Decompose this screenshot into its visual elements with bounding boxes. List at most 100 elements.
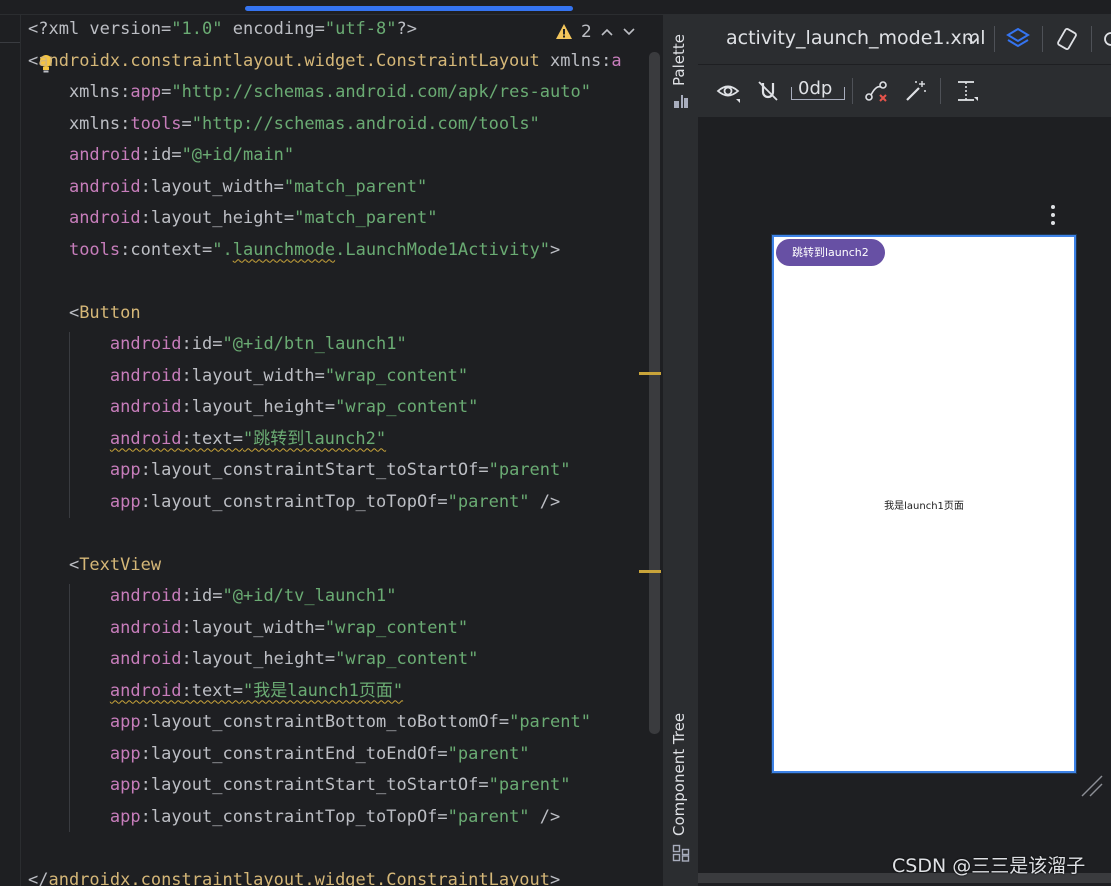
code-token: .LaunchMode1Activity": [335, 239, 551, 260]
code-token: />: [529, 806, 561, 827]
code-line[interactable]: android:layout_height="wrap_content": [28, 644, 478, 676]
code-token: :id=: [181, 586, 223, 606]
code-token: "parent": [509, 712, 591, 732]
code-token: app: [109, 806, 141, 827]
code-token: :layout_constraintStart_toStartOf=: [140, 460, 489, 480]
default-margin-value[interactable]: 0dp: [798, 78, 832, 99]
code-token: :context=: [120, 239, 213, 260]
warning-marker[interactable]: [639, 570, 661, 573]
code-token: :id=: [181, 334, 223, 354]
code-token: android: [109, 649, 182, 669]
component-tree-tab[interactable]: Component Tree: [670, 713, 688, 836]
code-line[interactable]: tools:context=".launchmode.LaunchMode1Ac…: [28, 235, 560, 267]
code-token: :layout_constraintBottom_toBottomOf=: [140, 712, 510, 732]
code-token: :text=: [181, 428, 243, 449]
code-token: android: [68, 208, 141, 228]
code-line[interactable]: android:layout_height="wrap_content": [28, 392, 478, 424]
code-line[interactable]: app:layout_constraintBottom_toBottomOf="…: [28, 707, 591, 739]
code-line[interactable]: <Button: [28, 298, 141, 330]
warning-icon: [556, 24, 572, 39]
next-problem-icon[interactable]: [622, 27, 636, 37]
infer-constraints-icon[interactable]: [904, 79, 928, 103]
clear-constraints-icon[interactable]: [864, 79, 888, 103]
vertical-scrollbar[interactable]: [649, 52, 660, 734]
code-token: tools: [130, 113, 182, 134]
code-line[interactable]: android:id="@+id/btn_launch1": [28, 329, 407, 361]
code-token: app: [109, 712, 141, 732]
orientation-icon[interactable]: [1054, 26, 1080, 52]
code-line[interactable]: android:id="@+id/main": [28, 140, 294, 172]
code-token: android: [109, 617, 182, 638]
design-canvas[interactable]: 跳转到launch2 我是launch1页面: [698, 118, 1111, 886]
overflow-icon[interactable]: [1100, 28, 1111, 50]
palette-icon[interactable]: [672, 92, 690, 110]
code-line[interactable]: xmlns:tools="http://schemas.android.com/…: [28, 109, 540, 141]
layers-icon[interactable]: [1005, 26, 1031, 52]
code-line[interactable]: android:text="我是launch1页面": [28, 676, 403, 708]
eye-icon[interactable]: [716, 79, 740, 103]
code-token: "parent": [447, 743, 530, 764]
code-token: TextView: [79, 554, 162, 575]
component-tree-icon[interactable]: [672, 844, 690, 862]
preview-launch2-button[interactable]: 跳转到launch2: [776, 239, 885, 266]
code-line[interactable]: android:layout_width="wrap_content": [28, 361, 468, 393]
code-token: "wrap_content": [335, 397, 479, 417]
code-line[interactable]: android:layout_width="match_parent": [28, 172, 427, 204]
code-token: :layout_constraintEnd_toEndOf=: [140, 743, 448, 764]
code-token: "match_parent": [283, 176, 428, 197]
code-line[interactable]: android:layout_height="match_parent": [28, 203, 437, 235]
code-token: </: [28, 869, 49, 886]
code-token: android: [109, 397, 182, 417]
code-line[interactable]: </androidx.constraintlayout.widget.Const…: [28, 865, 560, 886]
guidelines-icon[interactable]: [954, 79, 978, 103]
file-name-dropdown[interactable]: activity_launch_mode1.xml: [726, 27, 986, 49]
code-token: >: [550, 869, 561, 886]
magnet-icon[interactable]: [756, 79, 780, 103]
horizontal-scroll-thumb[interactable]: [245, 6, 573, 11]
code-token: android: [68, 145, 141, 165]
code-token: androidx.constraintlayout: [48, 869, 305, 886]
code-line[interactable]: app:layout_constraintTop_toTopOf="parent…: [28, 802, 560, 834]
previous-problem-icon[interactable]: [600, 27, 614, 37]
code-line[interactable]: android:id="@+id/tv_launch1": [28, 581, 397, 613]
code-line[interactable]: app:layout_constraintTop_toTopOf="parent…: [28, 487, 560, 519]
code-token: :layout_height=: [140, 208, 295, 228]
code-line[interactable]: android:layout_width="wrap_content": [28, 613, 468, 645]
code-line[interactable]: app:layout_constraintEnd_toEndOf="parent…: [28, 739, 530, 771]
code-token: :layout_constraintTop_toTopOf=: [140, 806, 448, 827]
code-token: :layout_width=: [181, 617, 325, 638]
code-token: :layout_width=: [181, 365, 325, 386]
code-line[interactable]: app:layout_constraintStart_toStartOf="pa…: [28, 455, 571, 487]
resize-grip-icon[interactable]: [1078, 772, 1104, 798]
xml-code-editor[interactable]: <?xml version="1.0" encoding="utf-8"?> <a…: [0, 0, 662, 886]
palette-tab[interactable]: Palette: [670, 34, 688, 86]
design-toolbar: 0dp: [698, 65, 1111, 118]
code-token: "parent": [488, 775, 571, 795]
warning-marker[interactable]: [639, 372, 661, 375]
code-token: encoding=: [222, 19, 325, 39]
top-scroll-strip: [0, 0, 1111, 15]
code-line[interactable]: android:text="跳转到launch2": [28, 424, 386, 456]
preview-center-text[interactable]: 我是launch1页面: [774, 497, 1074, 512]
code-line[interactable]: app:layout_constraintStart_toStartOf="pa…: [28, 770, 571, 802]
code-token: :layout_constraintTop_toTopOf=: [140, 491, 448, 512]
code-line[interactable]: <TextView: [28, 550, 161, 582]
more-options-icon[interactable]: [1050, 204, 1056, 226]
code-line[interactable]: xmlns:app="http://schemas.android.com/ap…: [28, 77, 591, 109]
code-token: launchmode: [232, 239, 336, 260]
code-token: app: [130, 82, 162, 102]
problems-indicator[interactable]: 2: [543, 16, 661, 48]
device-preview-screen[interactable]: 跳转到launch2 我是launch1页面: [772, 235, 1076, 773]
chevron-down-icon[interactable]: [966, 36, 980, 46]
code-line[interactable]: <androidx.constraintlayout.widget.Constr…: [28, 46, 622, 78]
code-line[interactable]: <?xml version="1.0" encoding="utf-8"?>: [28, 14, 417, 46]
code-token: =: [181, 113, 192, 134]
